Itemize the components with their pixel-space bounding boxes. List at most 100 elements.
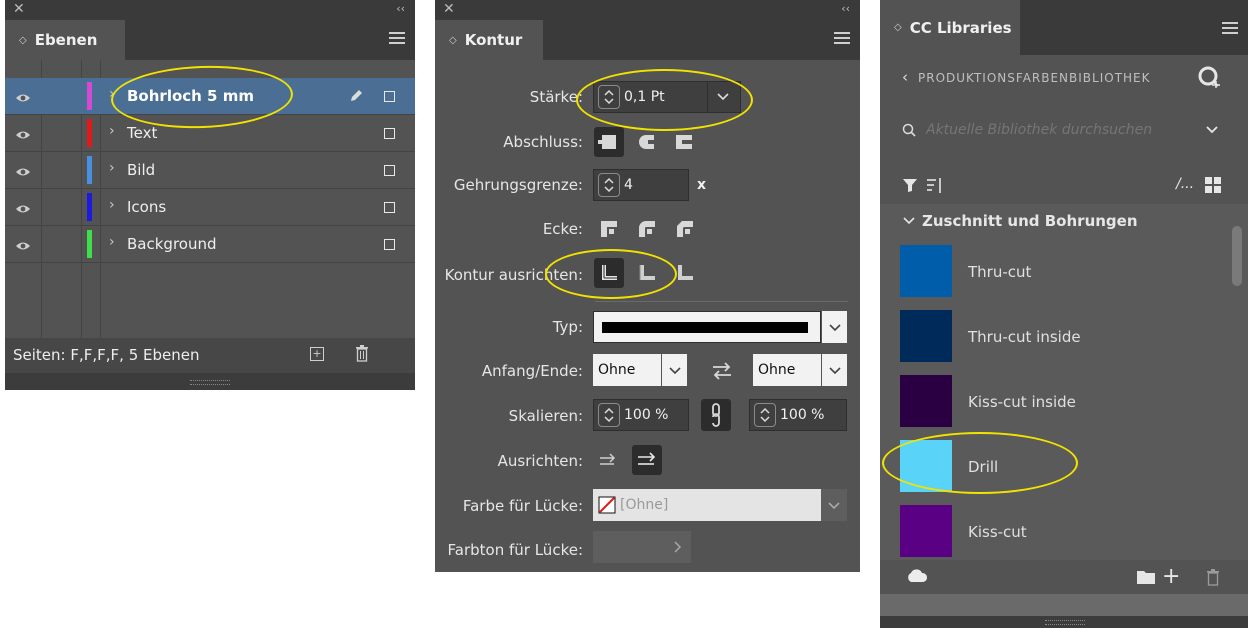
round-join-button[interactable] <box>632 214 662 244</box>
lock-toggle[interactable] <box>384 165 395 176</box>
round-cap-button[interactable] <box>632 127 662 157</box>
gap-color-dropdown[interactable]: [Ohne] <box>593 489 821 521</box>
gap-tint-field[interactable] <box>593 531 691 563</box>
start-dropdown-arrow[interactable] <box>661 354 687 386</box>
swatch-color[interactable] <box>900 440 952 492</box>
search-options-chevron-icon[interactable] <box>1204 122 1220 141</box>
layer-name[interactable]: Text <box>127 124 157 142</box>
library-swatch[interactable]: Thru-cut <box>880 245 1228 305</box>
layer-row[interactable]: › Background <box>5 226 415 263</box>
collaborators-icon[interactable] <box>1198 66 1220 92</box>
library-swatch[interactable]: Thru-cut inside <box>880 310 1228 370</box>
bevel-join-button[interactable] <box>670 214 700 244</box>
lock-toggle[interactable] <box>384 202 395 213</box>
swatch-color[interactable] <box>900 310 952 362</box>
arrow-inside-button[interactable] <box>632 445 662 475</box>
end-dropdown-arrow[interactable] <box>821 354 847 386</box>
gap-color-dropdown-arrow[interactable] <box>821 489 847 521</box>
library-search-input[interactable] <box>924 118 1198 142</box>
swap-arrows-icon[interactable] <box>710 362 734 384</box>
sort-icon[interactable] <box>926 176 944 198</box>
layer-row[interactable]: › Text <box>5 115 415 152</box>
swatch-color[interactable] <box>900 375 952 427</box>
layer-row[interactable]: › Bohrloch 5 mm <box>5 78 415 115</box>
group-title[interactable]: Zuschnitt und Bohrungen <box>922 212 1138 230</box>
expand-chevron-icon[interactable]: › <box>109 123 115 139</box>
library-swatch[interactable]: Kiss-cut <box>880 505 1228 565</box>
start-dropdown[interactable]: Ohne <box>593 354 661 386</box>
scale-end-value[interactable]: 100 % <box>780 407 824 423</box>
eye-icon[interactable] <box>15 89 31 102</box>
miter-field[interactable]: 4 <box>593 169 689 201</box>
cloud-icon[interactable] <box>906 568 928 587</box>
link-scale-icon[interactable] <box>701 399 731 431</box>
projecting-cap-button[interactable] <box>670 127 700 157</box>
tab-cc-libraries[interactable]: ◇ CC Libraries <box>880 0 1020 55</box>
panel-menu-icon[interactable] <box>1222 22 1238 36</box>
resize-grip[interactable] <box>880 616 1248 628</box>
layer-name[interactable]: Icons <box>127 198 166 216</box>
weight-field[interactable]: 0,1 Pt <box>593 81 741 113</box>
miter-join-button[interactable] <box>594 214 624 244</box>
tab-stroke[interactable]: ◇ Kontur <box>435 20 543 60</box>
filter-icon[interactable] <box>902 177 918 197</box>
scale-end-field[interactable]: 100 % <box>749 399 847 431</box>
eye-icon[interactable] <box>15 237 31 250</box>
group-collapse-chevron-icon[interactable] <box>902 212 916 231</box>
close-icon[interactable]: ✕ <box>13 1 25 17</box>
trash-icon[interactable] <box>1206 568 1220 590</box>
align-outside-button[interactable] <box>670 258 700 288</box>
end-dropdown[interactable]: Ohne <box>753 354 821 386</box>
type-dropdown[interactable] <box>593 311 821 343</box>
trash-icon[interactable] <box>355 344 369 366</box>
layer-row[interactable]: › Icons <box>5 189 415 226</box>
grid-view-icon[interactable] <box>1205 177 1221 197</box>
collapse-icon[interactable]: ‹‹ <box>841 2 850 15</box>
library-swatch[interactable]: Drill <box>880 440 1228 500</box>
swatch-color[interactable] <box>900 505 952 557</box>
layer-name[interactable]: Background <box>127 235 217 253</box>
lock-toggle[interactable] <box>384 91 395 102</box>
butt-cap-button[interactable] <box>594 127 624 157</box>
layer-row[interactable]: › Bild <box>5 152 415 189</box>
lock-toggle[interactable] <box>384 128 395 139</box>
eye-icon[interactable] <box>15 163 31 176</box>
miter-stepper[interactable] <box>598 173 620 197</box>
swatch-color[interactable] <box>900 245 952 297</box>
layer-name[interactable]: Bild <box>127 161 155 179</box>
scale-start-stepper[interactable] <box>598 403 620 427</box>
miter-value[interactable]: 4 <box>624 177 633 193</box>
scrollbar[interactable] <box>1232 226 1242 286</box>
expand-chevron-icon[interactable]: › <box>109 160 115 176</box>
panel-menu-icon[interactable] <box>834 32 850 46</box>
align-inside-button[interactable] <box>632 258 662 288</box>
expand-chevron-icon[interactable]: › <box>109 234 115 250</box>
eye-icon[interactable] <box>15 200 31 213</box>
new-layer-icon[interactable]: + <box>310 347 324 361</box>
list-view-icon[interactable]: /... <box>1176 176 1194 192</box>
layer-name[interactable]: Bohrloch 5 mm <box>127 87 254 105</box>
close-icon[interactable]: ✕ <box>443 1 455 17</box>
tab-layers[interactable]: ◇ Ebenen <box>5 20 125 60</box>
library-name[interactable]: PRODUKTIONSFARBENBIBLIOTHEK <box>918 71 1151 85</box>
weight-dropdown-arrow[interactable] <box>707 82 740 112</box>
add-icon[interactable]: + <box>1162 564 1180 589</box>
type-dropdown-arrow[interactable] <box>821 311 847 343</box>
expand-chevron-icon[interactable]: › <box>109 197 115 213</box>
expand-chevron-icon[interactable]: › <box>109 86 115 102</box>
library-swatch[interactable]: Kiss-cut inside <box>880 375 1228 435</box>
scale-start-field[interactable]: 100 % <box>593 399 689 431</box>
scale-start-value[interactable]: 100 % <box>624 407 668 423</box>
scale-end-stepper[interactable] <box>754 403 776 427</box>
folder-icon[interactable] <box>1136 569 1156 589</box>
lock-toggle[interactable] <box>384 239 395 250</box>
eye-icon[interactable] <box>15 126 31 139</box>
back-chevron-icon[interactable]: ‹ <box>902 68 908 86</box>
weight-stepper[interactable] <box>598 85 620 109</box>
arrow-extend-button[interactable] <box>594 445 624 475</box>
collapse-icon[interactable]: ‹‹ <box>396 2 405 15</box>
weight-value[interactable]: 0,1 Pt <box>624 89 665 105</box>
panel-menu-icon[interactable] <box>389 32 405 46</box>
resize-grip[interactable] <box>5 373 415 390</box>
align-center-button[interactable] <box>594 258 624 288</box>
